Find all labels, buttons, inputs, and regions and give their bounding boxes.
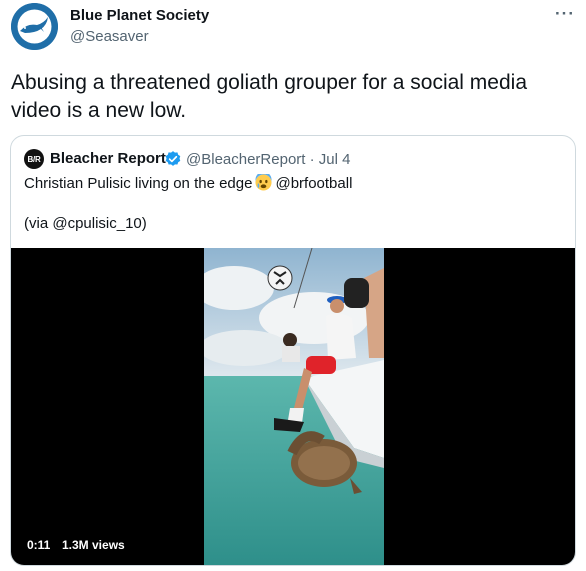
fearful-face-emoji-icon [255,174,272,191]
quoted-display-name[interactable]: Bleacher Report [50,150,166,167]
more-options-icon[interactable]: ··· [555,4,575,24]
tweet-text: Abusing a threatened goliath grouper for… [11,71,527,122]
quoted-text-main: Christian Pulisic living on the edge [24,175,253,192]
quoted-tweet[interactable]: B/R Bleacher Report @BleacherReport · Ju… [10,135,576,566]
display-name[interactable]: Blue Planet Society [70,7,209,24]
tweet: Blue Planet Society @Seasaver ··· Abusin… [0,0,586,571]
video-timestamp: 0:11 [27,538,51,552]
quoted-avatar[interactable]: B/R [24,149,44,169]
quoted-via-line: (via @cpulisic_10) [24,215,147,232]
avatar[interactable] [11,3,58,50]
quoted-text: Christian Pulisic living on the edge @br… [24,174,352,192]
blue-planet-logo-icon [11,3,58,50]
video-thumbnail[interactable] [204,248,384,565]
video-player[interactable]: 0:11 1.3M views [11,248,575,565]
verified-badge-icon [165,151,181,166]
video-views: 1.3M views [62,538,125,552]
quoted-text-mention: @brfootball [275,175,353,192]
user-handle[interactable]: @Seasaver [70,28,149,45]
quoted-handle-date[interactable]: @BleacherReport · Jul 4 [186,151,350,168]
